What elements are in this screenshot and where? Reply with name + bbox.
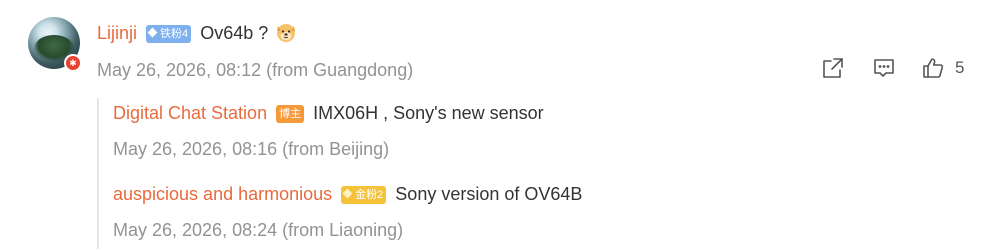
gold-fan-badge[interactable]: 金粉2 [341, 186, 387, 204]
doge-emoji-icon [277, 24, 296, 42]
blogger-badge[interactable]: 博主 [276, 105, 305, 123]
gold-fan-badge-label: 金粉2 [355, 189, 384, 201]
fan-level-badge-label: 铁粉4 [160, 28, 189, 40]
comment-timestamp: May 26, 2026, 08:12 (from Guangdong) [97, 60, 414, 80]
reply-author[interactable]: auspicious and harmonious [113, 184, 332, 204]
reply-timestamp: May 26, 2026, 08:24 (from Liaoning) [113, 220, 404, 240]
comment-actions [821, 56, 845, 80]
share-icon[interactable] [821, 56, 845, 80]
reply-timestamp: May 26, 2026, 08:16 (from Beijing) [113, 139, 390, 159]
comment-author[interactable]: Lijinji [97, 23, 137, 43]
verified-badge-icon: ✱ [64, 54, 82, 72]
comment-reply-action [872, 56, 896, 80]
replies-divider [97, 98, 99, 249]
diamond-icon [342, 188, 353, 199]
reply-text: IMX06H , Sony's new sensor [313, 103, 544, 123]
comment-header: Lijinji 铁粉4 Ov64b ? [97, 21, 297, 45]
reply-item: Digital Chat Station 博主 IMX06H , Sony's … [113, 101, 544, 125]
reply-item: auspicious and harmonious 金粉2 Sony versi… [113, 182, 582, 206]
diamond-icon [147, 27, 158, 38]
fan-level-badge[interactable]: 铁粉4 [146, 25, 192, 43]
comment-icon[interactable] [872, 56, 896, 80]
thumbs-up-icon[interactable] [921, 56, 945, 80]
reply-text: Sony version of OV64B [395, 184, 583, 204]
like-action[interactable]: 5 [921, 56, 964, 80]
like-count: 5 [955, 58, 965, 77]
reply-author[interactable]: Digital Chat Station [113, 103, 267, 123]
comment-text: Ov64b ? [200, 23, 269, 43]
